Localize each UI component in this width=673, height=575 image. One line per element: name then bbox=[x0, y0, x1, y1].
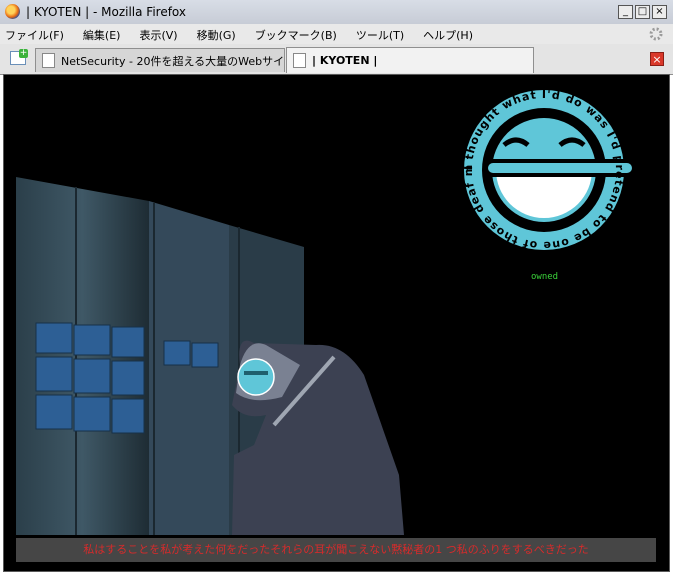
minimize-button[interactable]: _ bbox=[618, 5, 633, 19]
menu-bar: ファイル(F) 編集(E) 表示(V) 移動(G) ブックマーク(B) ツール(… bbox=[0, 24, 673, 45]
menu-edit[interactable]: 編集(E) bbox=[83, 27, 121, 43]
menu-file[interactable]: ファイル(F) bbox=[5, 27, 64, 43]
page-icon bbox=[42, 53, 55, 68]
tab-label: | KYOTEN | bbox=[312, 54, 378, 67]
plus-icon: + bbox=[19, 48, 28, 58]
logo-caption: owned bbox=[531, 272, 559, 282]
tab-label: NetSecurity - 20件を超える大量のWebサイ... bbox=[61, 54, 285, 68]
close-tab-button[interactable]: × bbox=[650, 52, 664, 66]
defacement-image: I thought what I'd do was I'd pretend to… bbox=[4, 75, 636, 535]
menu-go[interactable]: 移動(G) bbox=[197, 27, 236, 43]
menu-view[interactable]: 表示(V) bbox=[139, 27, 177, 43]
firefox-icon bbox=[5, 4, 20, 19]
tab-kyoten[interactable]: | KYOTEN | bbox=[286, 47, 534, 73]
footer-message: 私はすることを私が考えた何をだったそれらの耳が聞こえない黙秘者の1 つ私のふりを… bbox=[83, 543, 589, 556]
new-tab-button[interactable]: + bbox=[10, 48, 28, 65]
laughing-man-icon bbox=[237, 358, 275, 396]
window-title: | KYOTEN | - Mozilla Firefox bbox=[26, 5, 187, 19]
page-icon bbox=[293, 53, 306, 68]
menu-bookmarks[interactable]: ブックマーク(B) bbox=[255, 27, 337, 43]
tab-bar: + NetSecurity - 20件を超える大量のWebサイ... | KYO… bbox=[0, 44, 673, 75]
menu-help[interactable]: ヘルプ(H) bbox=[423, 27, 473, 43]
maximize-button[interactable]: □ bbox=[635, 5, 650, 19]
tab-netsecurity[interactable]: NetSecurity - 20件を超える大量のWebサイ... bbox=[35, 48, 285, 72]
hooded-figure bbox=[232, 340, 404, 535]
throbber-icon bbox=[649, 27, 663, 41]
menu-tools[interactable]: ツール(T) bbox=[356, 27, 404, 43]
page-content: I thought what I'd do was I'd pretend to… bbox=[3, 74, 670, 572]
window-titlebar: | KYOTEN | - Mozilla Firefox _ □ × bbox=[0, 0, 673, 25]
close-window-button[interactable]: × bbox=[652, 5, 667, 19]
